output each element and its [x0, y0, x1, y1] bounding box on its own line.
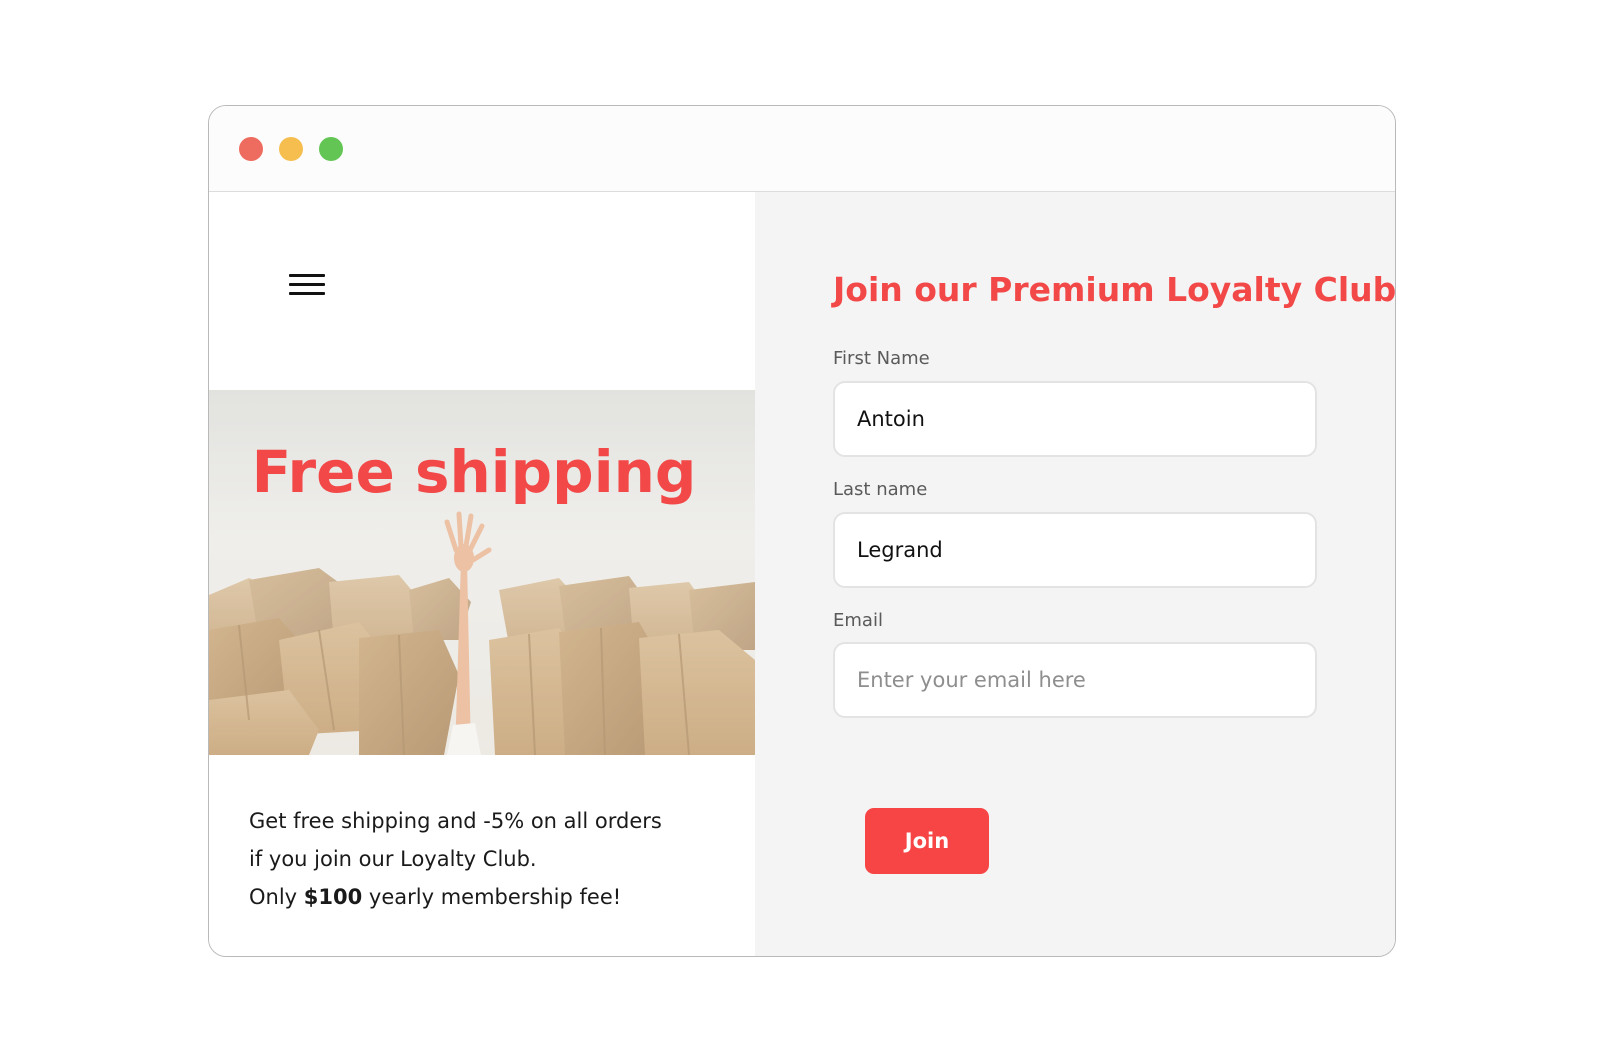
promo-line-1: Get free shipping and -5% on all orders: [249, 809, 662, 833]
promo-line-3: Only $100 yearly membership fee!: [249, 878, 729, 916]
promo-line-3-suffix: yearly membership fee!: [362, 885, 622, 909]
first-name-label: First Name: [833, 348, 930, 369]
promo-line-2: if you join our Loyalty Club.: [249, 847, 537, 871]
last-name-label: Last name: [833, 479, 928, 500]
promo-line-3-prefix: Only: [249, 885, 304, 909]
hero-banner: Free shipping: [209, 390, 755, 755]
maximize-window-button[interactable]: [319, 137, 343, 161]
hamburger-menu-icon[interactable]: [289, 274, 325, 296]
promo-panel: Free shipping Get free shipping and -5% …: [209, 192, 755, 956]
promo-text: Get free shipping and -5% on all orders …: [249, 802, 729, 916]
form-title: Join our Premium Loyalty Club: [833, 270, 1396, 309]
first-name-field[interactable]: [833, 381, 1317, 457]
close-window-button[interactable]: [239, 137, 263, 161]
hero-title: Free shipping: [251, 438, 697, 506]
email-label: Email: [833, 610, 883, 631]
last-name-field[interactable]: [833, 512, 1317, 588]
signup-form-panel: Join our Premium Loyalty Club First Name…: [755, 192, 1396, 956]
membership-price: $100: [303, 885, 363, 909]
email-field[interactable]: [833, 642, 1317, 718]
join-button[interactable]: Join: [865, 808, 989, 874]
window-titlebar: [209, 106, 1395, 192]
browser-window: Free shipping Get free shipping and -5% …: [208, 105, 1396, 957]
minimize-window-button[interactable]: [279, 137, 303, 161]
